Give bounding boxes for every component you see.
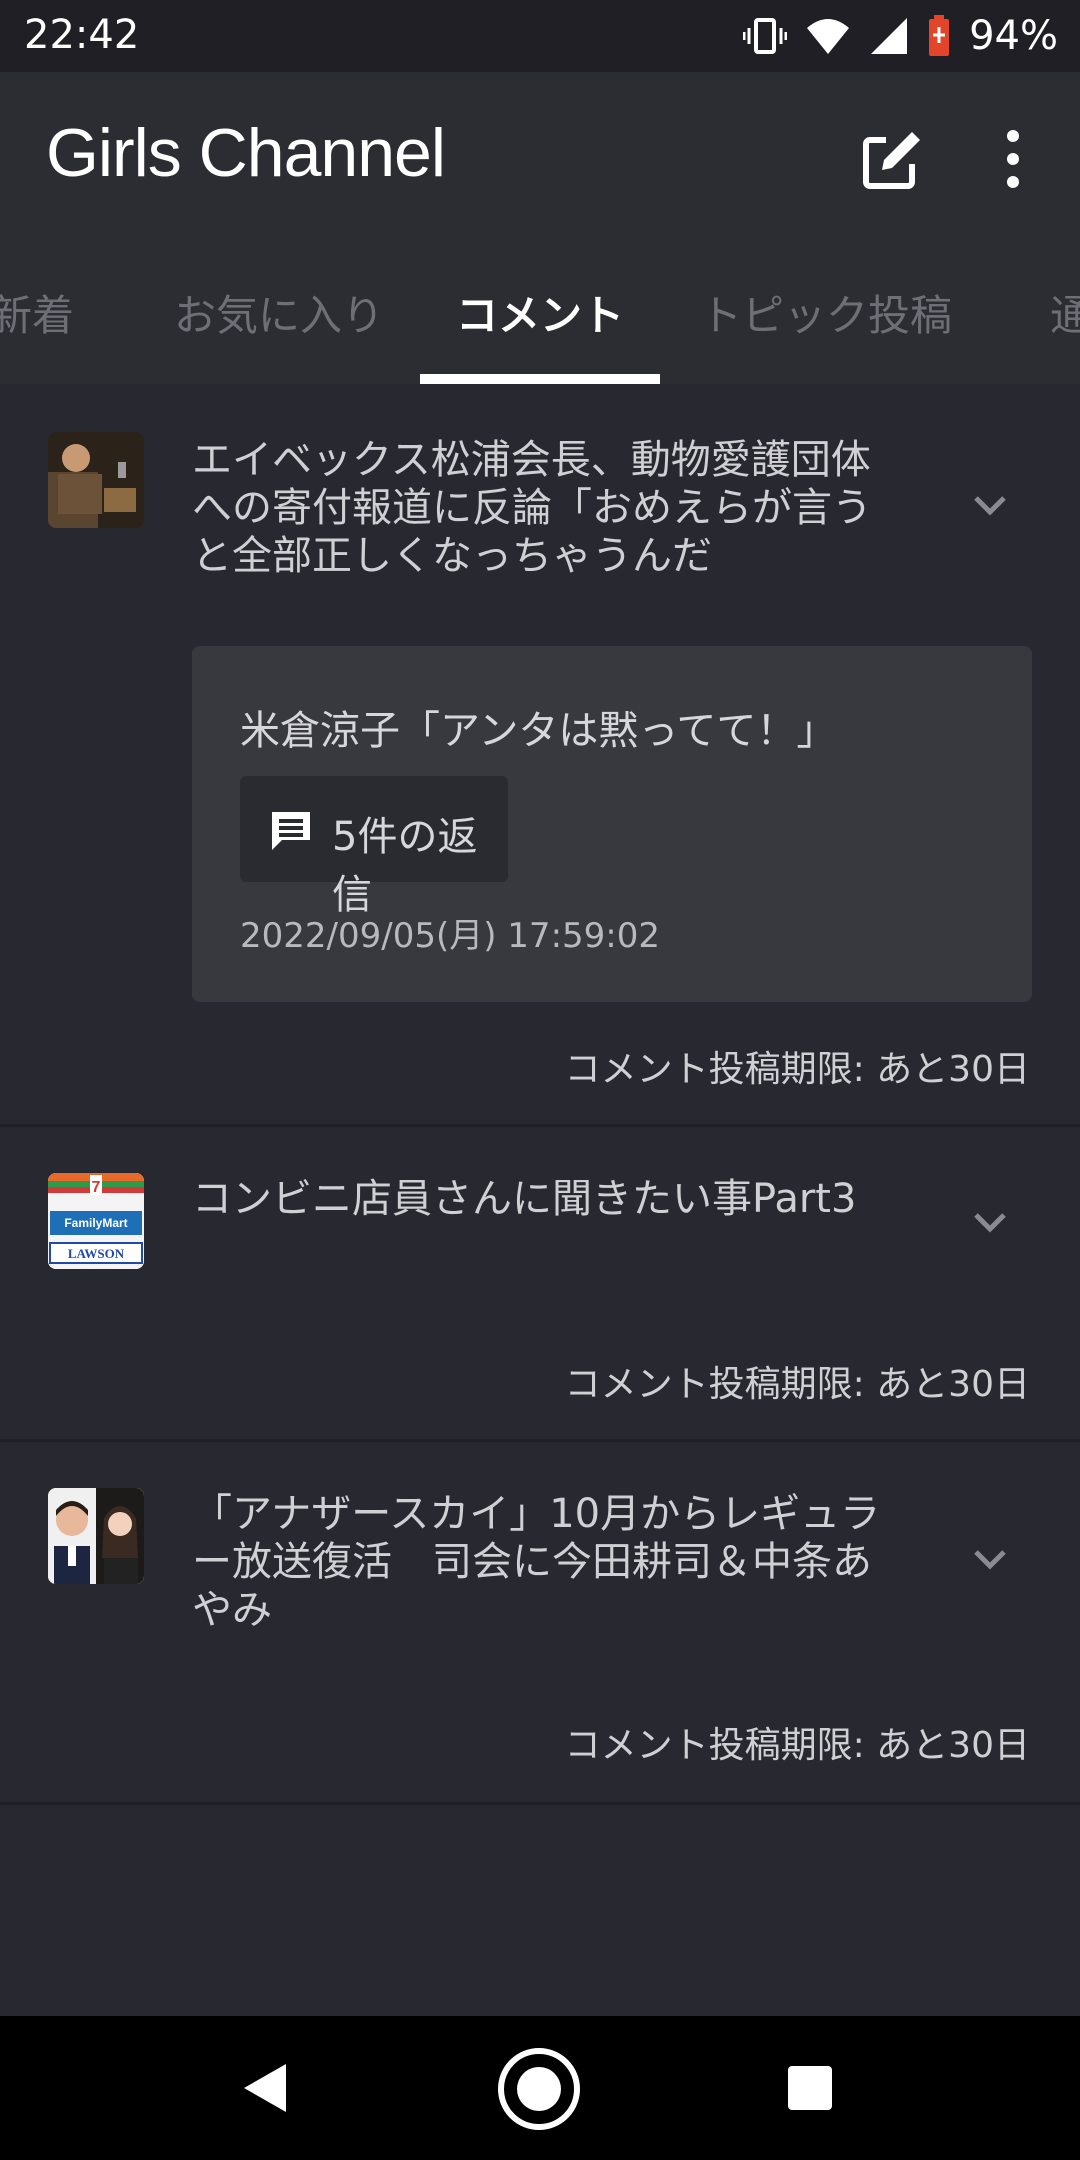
battery-percent: 94% xyxy=(969,13,1058,59)
topic-item[interactable]: 7 FamilyMart LAWSON コンビニ店員さんに聞きたい事Part3 … xyxy=(0,1127,1080,1442)
comment-deadline: コメント投稿期限: あと30日 xyxy=(564,1364,1030,1405)
topic-item[interactable]: エイベックス松浦会長、動物愛護団体への寄付報道に反論「おめえらが言うと全部正しく… xyxy=(0,384,1080,1127)
comment-deadline: コメント投稿期限: あと30日 xyxy=(564,1049,1030,1090)
recent-apps-icon[interactable] xyxy=(786,2064,834,2112)
chevron-down-icon[interactable] xyxy=(968,1538,1012,1582)
comment-deadline: コメント投稿期限: あと30日 xyxy=(564,1725,1030,1766)
status-bar: 22:42 94% xyxy=(0,0,1080,72)
system-nav-bar xyxy=(0,2016,1080,2160)
vibrate-icon xyxy=(743,18,788,54)
tab-comments[interactable]: コメント xyxy=(456,282,624,343)
battery-icon xyxy=(929,15,950,56)
topic-title: エイベックス松浦会長、動物愛護団体への寄付報道に反論「おめえらが言うと全部正しく… xyxy=(192,437,872,579)
tab-post-topic[interactable]: トピック投稿 xyxy=(700,282,952,343)
status-time: 22:42 xyxy=(24,12,140,58)
wifi-icon xyxy=(807,19,850,54)
thumbnail-photo xyxy=(48,432,144,528)
topic-thumbnail: 7 FamilyMart LAWSON xyxy=(48,1173,144,1269)
more-vert-icon[interactable] xyxy=(998,124,1028,194)
tab-notifications[interactable]: 通 xyxy=(1050,282,1080,343)
back-icon[interactable] xyxy=(240,2062,290,2114)
comment-card[interactable]: 米倉涼子「アンタは黙ってて！」 5件の返信 2022/09/05(月) 17:5… xyxy=(192,646,1032,1002)
tab-favorites[interactable]: お気に入り xyxy=(174,282,384,343)
home-icon[interactable] xyxy=(496,2046,582,2132)
topic-title: 「アナザースカイ」10月からレギュラー放送復活 司会に今田耕司＆中条あやみ xyxy=(192,1491,881,1633)
comment-text: 米倉涼子「アンタは黙ってて！」 xyxy=(240,708,837,754)
comment-icon xyxy=(272,812,310,850)
topic-thumbnail xyxy=(48,1488,144,1584)
replies-button[interactable]: 5件の返信 xyxy=(240,776,508,918)
chevron-down-icon[interactable] xyxy=(968,484,1012,528)
comment-date: 2022/09/05(月) 17:59:02 xyxy=(240,916,661,956)
svg-text:7: 7 xyxy=(92,1179,101,1196)
tab-bar: 新着 お気に入り コメント トピック投稿 通 xyxy=(0,232,1080,384)
topic-item[interactable]: 「アナザースカイ」10月からレギュラー放送復活 司会に今田耕司＆中条あやみ コメ… xyxy=(0,1442,1080,1805)
thumbnail-photo xyxy=(48,1488,144,1584)
app-bar: Girls Channel xyxy=(0,72,1080,232)
topic-thumbnail xyxy=(48,432,144,528)
signal-icon xyxy=(871,18,908,54)
app-title: Girls Channel xyxy=(46,115,446,191)
active-tab-indicator xyxy=(420,374,660,384)
status-icons: 94% xyxy=(743,10,1058,62)
familymart-logo-text: FamilyMart xyxy=(64,1216,127,1230)
replies-count: 5件の返信 xyxy=(332,814,478,918)
lawson-logo-text: LAWSON xyxy=(68,1246,125,1261)
convenience-store-logos: 7 FamilyMart LAWSON xyxy=(48,1173,144,1269)
edit-icon[interactable] xyxy=(856,124,926,194)
chevron-down-icon[interactable] xyxy=(968,1201,1012,1245)
tab-new[interactable]: 新着 xyxy=(0,282,74,343)
topic-title: コンビニ店員さんに聞きたい事Part3 xyxy=(192,1176,857,1222)
